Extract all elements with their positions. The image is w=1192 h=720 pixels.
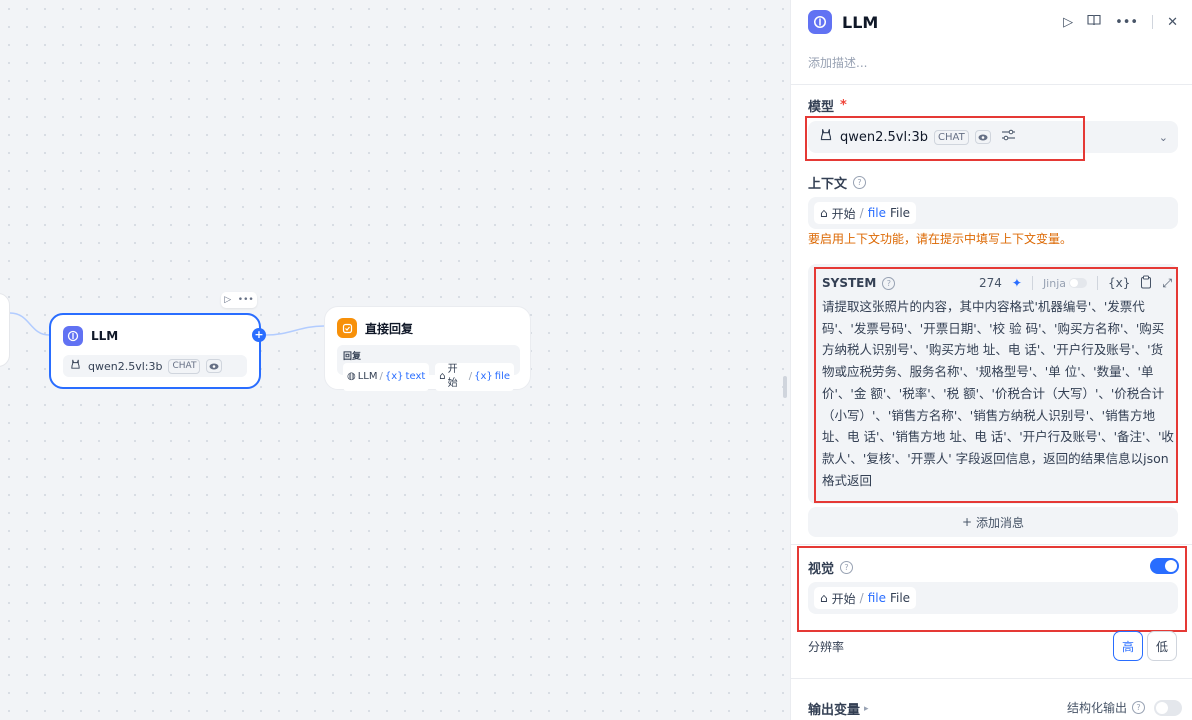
description-input[interactable]: 添加描述... [808,54,867,71]
close-icon[interactable]: ✕ [1167,15,1178,30]
help-icon[interactable]: ? [1132,701,1146,714]
caret-right-icon: ▸ [864,703,869,714]
chip-var: file [867,206,886,220]
resolution-label: 分辨率 [808,640,845,654]
reply-var-llm-text: ◍ LLM / {x} text [343,363,430,391]
reply-content: 回复 ◍ LLM / {x} text ⌂ 开始 / {x} file [337,345,520,391]
required-mark: * [840,98,847,113]
separator: / [468,371,473,382]
panel-title[interactable]: LLM [842,13,878,32]
add-message-label: 添加消息 [976,515,1025,530]
vision-eye-icon [206,359,223,373]
reply-icon [337,318,357,338]
panel-resize-handle[interactable] [783,376,787,398]
context-label: 上下文 ? [808,173,867,192]
reply-node-title: 直接回复 [365,321,414,336]
node-settings-panel: LLM ▷ ••• ✕ 添加描述... 模型 * qwen2.5vl:3b CH… [790,0,1192,720]
separator: / [859,206,864,220]
llm-node-model-name: qwen2.5vl:3b [88,359,163,373]
mode-badge: CHAT [168,358,201,374]
docs-book-icon[interactable] [1087,14,1101,30]
var-source: 开始 [447,364,458,389]
chip-source: 开始 [831,206,856,221]
separator: / [379,371,383,382]
highlight-vision [797,546,1187,632]
variable-icon: {x} [384,371,404,382]
add-next-node-button[interactable]: + [252,328,266,342]
edge-start-to-llm [9,312,50,336]
reply-node[interactable]: 直接回复 回复 ◍ LLM / {x} text ⌂ 开始 / {x} file [324,306,531,391]
more-icon[interactable]: ••• [238,295,254,305]
model-label-text: 模型 [808,100,835,115]
llm-node-title: LLM [91,329,119,343]
edge-llm-to-reply [265,325,325,336]
resolution-low-button[interactable]: 低 [1147,631,1177,661]
chevron-down-icon: ⌄ [1158,130,1168,144]
highlight-model [805,116,1085,161]
context-warning: 要启用上下文功能，请在提示中填写上下文变量。 [808,232,1073,246]
reply-var-start-file: ⌂ 开始 / {x} file [435,363,514,391]
plus-icon: + [961,515,973,529]
llama-model-icon [69,358,82,374]
divider [791,544,1192,545]
llm-icon [63,326,83,346]
model-label: 模型 * [808,96,847,115]
variable-icon: {x} [474,371,493,382]
structured-output-label: 结构化输出 [1067,701,1128,715]
divider [1152,15,1154,29]
run-icon[interactable]: ▷ [1063,15,1073,30]
add-message-button[interactable]: + 添加消息 [808,507,1178,537]
context-variable-field[interactable]: ⌂ 开始 / file File [808,197,1178,229]
workflow-canvas[interactable]: ▷ ••• LLM qwen2.5vl:3b CHAT + 直接回复 回复 ◍ … [0,0,790,720]
divider [791,84,1192,85]
resolution-options: 高 低 [1113,631,1177,661]
panel-header: LLM ▷ ••• ✕ [808,10,1178,34]
home-icon: ⌂ [820,206,828,220]
context-label-text: 上下文 [808,177,848,192]
llm-icon [808,10,832,34]
structured-output-toggle[interactable] [1154,699,1183,716]
highlight-system-prompt [814,267,1178,503]
output-label-text: 输出变量 [808,703,861,718]
run-node-icon[interactable]: ▷ [224,295,231,305]
llm-node-model: qwen2.5vl:3b CHAT [63,355,247,377]
home-icon: ⌂ [439,371,446,382]
more-icon[interactable]: ••• [1115,15,1138,30]
structured-output: 结构化输出 ? [1067,699,1183,716]
chip-type: File [889,206,911,220]
node-toolbar: ▷ ••• [221,292,257,308]
context-var-chip[interactable]: ⌂ 开始 / file File [814,202,917,224]
llm-node[interactable]: LLM qwen2.5vl:3b CHAT [49,313,261,389]
help-icon[interactable]: ? [853,176,867,189]
reply-label: 回复 [343,352,362,362]
resolution-high-button[interactable]: 高 [1113,631,1143,661]
output-variables-label[interactable]: 输出变量 ▸ [808,699,869,718]
var-name: file [494,371,510,382]
divider [791,678,1192,679]
start-node-partial[interactable] [0,293,10,367]
var-source: LLM [357,371,378,382]
llm-mini-icon: ◍ [347,371,356,382]
var-name: text [405,371,426,382]
